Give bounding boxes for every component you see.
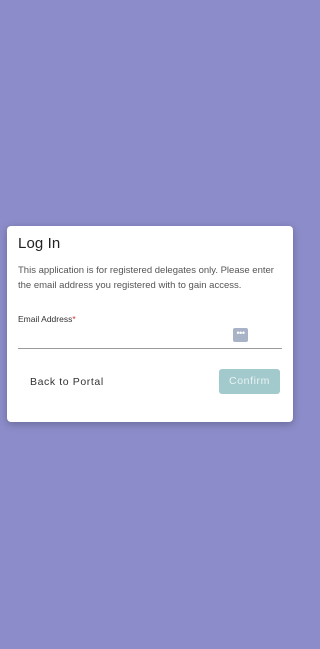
dialog-message: This application is for registered deleg… (18, 265, 274, 291)
email-field: Email Address* ••• (18, 314, 282, 350)
email-field-underline (18, 348, 282, 349)
email-field-label: Email Address* (18, 314, 76, 324)
dialog-title: Log In (18, 235, 61, 252)
back-to-portal-button[interactable]: Back to Portal (19, 371, 115, 393)
page-background: { "dialog": { "title": "Log In", "messag… (0, 0, 300, 649)
email-label-text: Email Address (18, 314, 73, 324)
email-input[interactable] (18, 326, 268, 346)
required-marker: * (72, 314, 76, 324)
password-manager-icon[interactable]: ••• (233, 328, 248, 342)
login-dialog: Log In This application is for registere… (7, 226, 293, 422)
confirm-button[interactable]: Confirm (219, 369, 280, 394)
